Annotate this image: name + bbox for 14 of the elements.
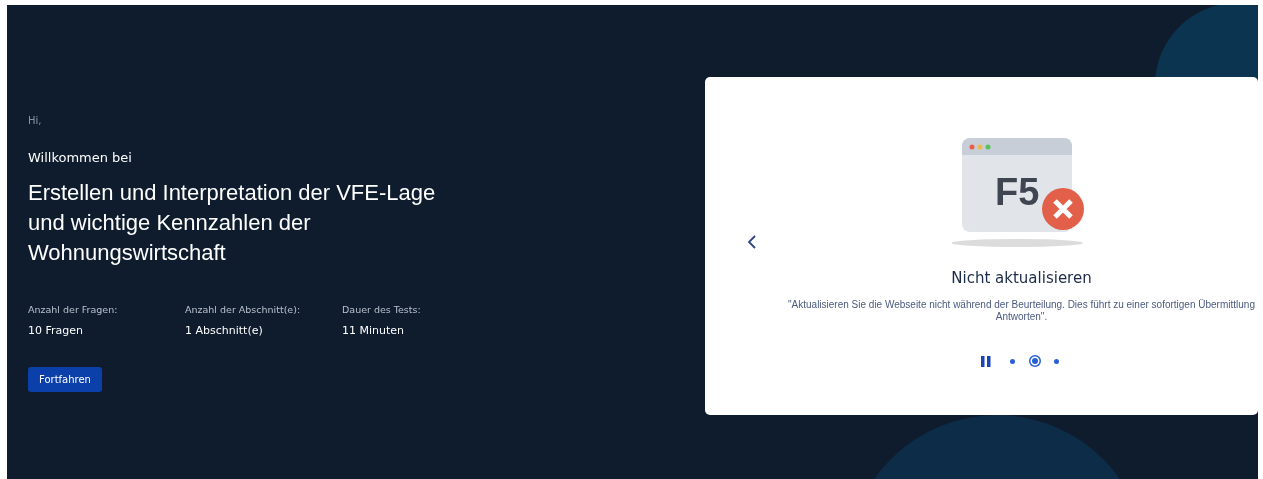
stat-value: 11 Minuten <box>342 324 405 337</box>
stat-label: Dauer des Tests: <box>342 304 421 315</box>
pause-icon[interactable] <box>980 355 991 367</box>
tip-description: "Aktualisieren Sie die Webseite nicht während der Beurteilung. Dies führt zu einer sofortigen Übermittlung Antworten". <box>787 299 1256 323</box>
stat-value: 10 Fragen <box>28 324 83 337</box>
welcome-text: Willkommen bei <box>28 150 132 165</box>
stat-label: Anzahl der Fragen: <box>28 304 118 315</box>
stat-label: Anzahl der Abschnitt(e): <box>185 304 301 315</box>
slide-dot[interactable] <box>1028 355 1041 367</box>
stat-value: 1 Abschnitt(e) <box>185 324 263 337</box>
continue-button[interactable]: Fortfahren <box>28 367 102 392</box>
greeting: Hi, <box>28 115 42 126</box>
tip-title: Nicht aktualisieren <box>951 269 1092 287</box>
course-title: Erstellen und Interpretation der VFE-Lage und wichtige Kennzahlen der Wohnungswirtschaft <box>28 179 437 267</box>
